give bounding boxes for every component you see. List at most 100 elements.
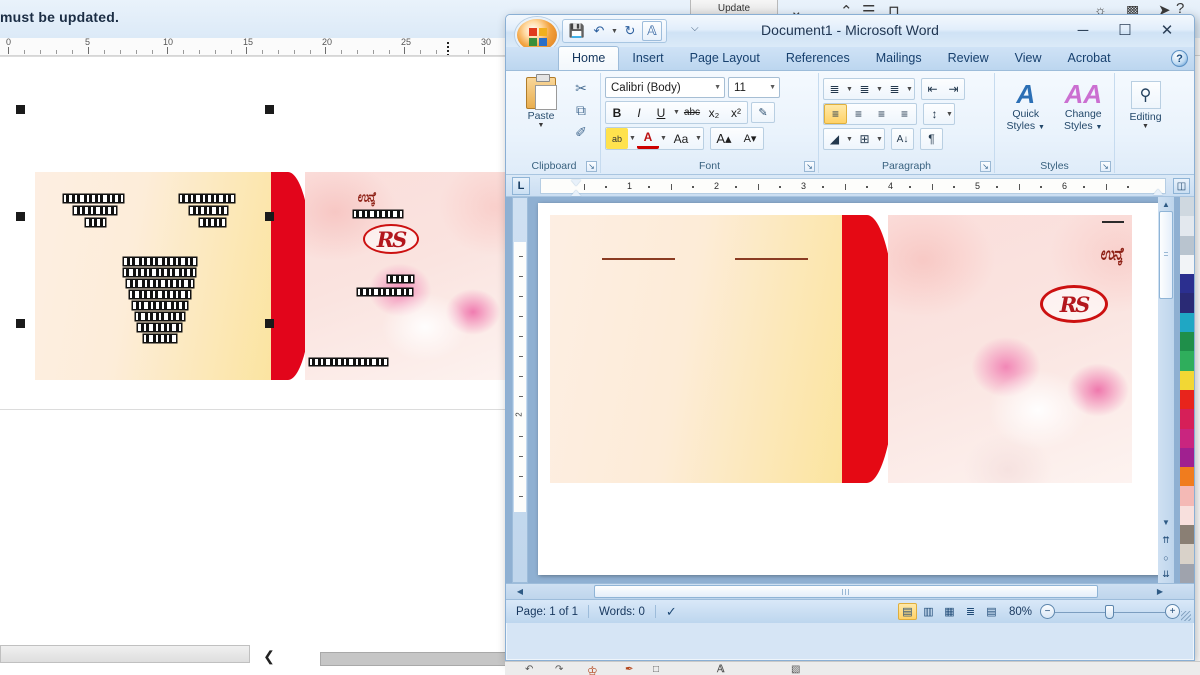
vertical-scroll-thumb[interactable] bbox=[1159, 211, 1173, 299]
bullets-button[interactable]: ≣ bbox=[824, 79, 845, 99]
crown-icon[interactable]: ♔ bbox=[587, 664, 598, 675]
full-screen-reading-view-button[interactable]: ▥ bbox=[919, 603, 938, 620]
tab-review[interactable]: Review bbox=[935, 47, 1002, 70]
chevron-down-icon[interactable]: ▼ bbox=[1038, 124, 1045, 131]
scroll-down-arrow[interactable]: ▼ bbox=[1158, 515, 1174, 529]
show-formatting-marks-button[interactable]: ¶ bbox=[921, 129, 942, 149]
decrease-indent-button[interactable]: ⇤ bbox=[922, 79, 943, 99]
multilevel-dropdown-icon[interactable]: ▼ bbox=[905, 86, 914, 93]
cut-icon[interactable]: ✂ bbox=[568, 77, 594, 99]
tab-insert[interactable]: Insert bbox=[619, 47, 676, 70]
strikethrough-button[interactable]: abc bbox=[681, 102, 703, 123]
print-layout-view-button[interactable]: ▤ bbox=[897, 603, 917, 620]
font-color-dropdown-icon[interactable]: ▼ bbox=[659, 135, 668, 142]
tab-view[interactable]: View bbox=[1002, 47, 1055, 70]
chevron-down-icon[interactable]: ▼ bbox=[518, 122, 564, 129]
minimize-button[interactable]: ─ bbox=[1062, 18, 1104, 42]
select-browse-object-button[interactable]: ○ bbox=[1158, 549, 1174, 566]
change-styles-button[interactable]: AA Change Styles ▼ bbox=[1057, 79, 1111, 173]
selection-handle-top-left[interactable] bbox=[16, 105, 25, 114]
background-collapse-button[interactable]: ❮ bbox=[258, 645, 280, 667]
page-indicator[interactable]: Page: 1 of 1 bbox=[506, 606, 588, 618]
scroll-left-arrow[interactable]: ◀ bbox=[512, 584, 528, 599]
color-palette-strip[interactable] bbox=[1180, 197, 1194, 583]
word-count[interactable]: Words: 0 bbox=[589, 606, 655, 618]
font-color-button[interactable]: A bbox=[637, 128, 659, 149]
italic-button[interactable]: I bbox=[628, 102, 650, 123]
next-page-button[interactable]: ⇊ bbox=[1158, 566, 1174, 583]
word-title-bar[interactable]: 💾 ↶ ▼ ↻ 𝔸 ⌵ Document1 - Microsoft Word ─… bbox=[506, 15, 1194, 53]
numbering-button[interactable]: ≣ bbox=[854, 79, 875, 99]
resize-grip[interactable] bbox=[1181, 611, 1191, 621]
font-name-combo[interactable]: Calibri (Body) ▼ bbox=[605, 77, 725, 98]
change-case-button[interactable]: Aa bbox=[668, 128, 694, 149]
vertical-scrollbar[interactable]: ▲ ▼ bbox=[1158, 197, 1174, 583]
shading-button[interactable]: ◢ bbox=[824, 129, 845, 149]
shape-icon[interactable]: □ bbox=[653, 664, 659, 675]
clipboard-dialog-launcher[interactable]: ↘ bbox=[586, 161, 597, 172]
background-bottom-bar[interactable] bbox=[0, 645, 250, 663]
justify-button[interactable]: ≡ bbox=[893, 104, 916, 124]
chevron-down-icon[interactable]: ▼ bbox=[710, 84, 721, 91]
chevron-down-icon[interactable]: ▼ bbox=[765, 84, 776, 91]
format-painter-icon[interactable]: ✐ bbox=[568, 121, 594, 143]
proofing-icon[interactable]: ✓ bbox=[656, 604, 687, 620]
close-button[interactable]: ✕ bbox=[1146, 18, 1188, 42]
tab-page-layout[interactable]: Page Layout bbox=[677, 47, 773, 70]
tab-acrobat[interactable]: Acrobat bbox=[1054, 47, 1123, 70]
copy-icon[interactable]: ⧉ bbox=[568, 99, 594, 121]
align-center-button[interactable]: ≡ bbox=[847, 104, 870, 124]
horizontal-ruler[interactable]: 1 2 3 4 5 6 bbox=[540, 178, 1166, 196]
bullets-dropdown-icon[interactable]: ▼ bbox=[845, 86, 854, 93]
tab-references[interactable]: References bbox=[773, 47, 863, 70]
multilevel-list-button[interactable]: ≣ bbox=[884, 79, 905, 99]
bold-button[interactable]: B bbox=[606, 102, 628, 123]
highlight-button[interactable]: ab bbox=[606, 128, 628, 149]
greeting-card-design[interactable]: ಉನ್ಕೆ RS bbox=[550, 215, 1132, 483]
grow-font-button[interactable]: A▴ bbox=[711, 128, 737, 149]
web-layout-view-button[interactable]: ▦ bbox=[940, 603, 959, 620]
chevron-down-icon[interactable]: ▼ bbox=[1119, 123, 1172, 130]
table-icon[interactable]: ▧ bbox=[791, 664, 800, 675]
selection-handle-middle-right[interactable] bbox=[265, 212, 274, 221]
background-selected-card-object[interactable]: ಉನ್ಕೆ RS bbox=[35, 172, 505, 380]
borders-dropdown-icon[interactable]: ▼ bbox=[875, 136, 884, 143]
styles-dialog-launcher[interactable]: ↘ bbox=[1100, 161, 1111, 172]
maximize-button[interactable]: ☐ bbox=[1104, 18, 1146, 42]
tab-stop-selector[interactable]: L bbox=[512, 177, 530, 195]
outline-view-button[interactable]: ≣ bbox=[961, 603, 980, 620]
line-spacing-dropdown-icon[interactable]: ▼ bbox=[945, 111, 954, 118]
change-case-dropdown-icon[interactable]: ▼ bbox=[694, 135, 703, 142]
paragraph-dialog-launcher[interactable]: ↘ bbox=[980, 161, 991, 172]
background-secondary-bar[interactable] bbox=[320, 652, 520, 666]
selection-handle-top-right[interactable] bbox=[265, 105, 274, 114]
line-spacing-button[interactable]: ↕ bbox=[924, 104, 945, 124]
undo-arrow-icon[interactable]: ↶ bbox=[525, 664, 533, 675]
document-page[interactable]: ಉನ್ಕೆ RS bbox=[538, 203, 1168, 575]
background-lower-toolbar[interactable]: ↶ ↷ ♔ ✒ □ 𝔸 ▧ bbox=[505, 661, 1200, 675]
borders-button[interactable]: ⊞ bbox=[854, 129, 875, 149]
shrink-font-button[interactable]: A▾ bbox=[737, 128, 763, 149]
draft-view-button[interactable]: ▤ bbox=[982, 603, 1001, 620]
right-indent-marker[interactable] bbox=[1153, 189, 1163, 195]
zoom-slider[interactable] bbox=[1055, 604, 1165, 619]
zoom-in-button[interactable]: + bbox=[1165, 604, 1180, 619]
view-ruler-button[interactable]: ◫ bbox=[1173, 178, 1190, 194]
tab-mailings[interactable]: Mailings bbox=[863, 47, 935, 70]
underline-button[interactable]: U bbox=[650, 102, 672, 123]
selection-handle-bottom-left[interactable] bbox=[16, 319, 25, 328]
highlight-dropdown-icon[interactable]: ▼ bbox=[628, 135, 637, 142]
clear-formatting-button[interactable]: ✎ bbox=[751, 102, 775, 123]
paste-button[interactable]: Paste ▼ bbox=[518, 74, 564, 129]
numbering-dropdown-icon[interactable]: ▼ bbox=[875, 86, 884, 93]
previous-page-button[interactable]: ⇈ bbox=[1158, 532, 1174, 549]
sort-button[interactable]: A↓ bbox=[892, 129, 913, 149]
quick-styles-button[interactable]: A Quick Styles ▼ bbox=[999, 79, 1053, 173]
scroll-up-arrow[interactable]: ▲ bbox=[1158, 197, 1174, 211]
first-line-indent-marker[interactable] bbox=[571, 180, 581, 186]
align-left-button[interactable]: ≡ bbox=[824, 104, 847, 124]
underline-dropdown-icon[interactable]: ▼ bbox=[672, 109, 681, 116]
scroll-right-arrow[interactable]: ▶ bbox=[1152, 584, 1168, 599]
zoom-slider-knob[interactable] bbox=[1105, 604, 1114, 619]
font-size-combo[interactable]: 11 ▼ bbox=[728, 77, 780, 98]
